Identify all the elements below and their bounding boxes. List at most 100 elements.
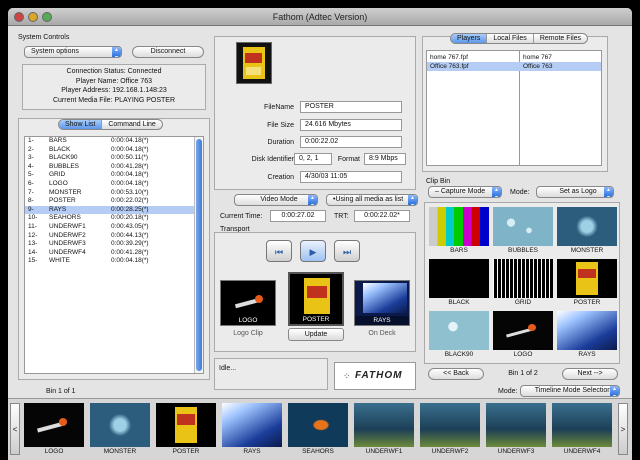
tab-show-list[interactable]: Show List xyxy=(59,120,103,129)
clip-tile[interactable]: BUBBLES xyxy=(493,207,553,256)
show-list-row[interactable]: 3- BLACK90 0:00:50.11(*) xyxy=(25,154,203,163)
clip-bin-next-button[interactable]: Next --> xyxy=(562,368,618,380)
minimize-window-button[interactable] xyxy=(28,12,38,22)
disconnect-button[interactable]: Disconnect xyxy=(132,46,204,58)
timeline-clip[interactable]: RAYS xyxy=(222,403,282,457)
show-list-row[interactable]: 15- WHITE 0:00:04.18(*) xyxy=(25,257,203,266)
show-list-row[interactable]: 10- SEAHORS 0:00:20.18(*) xyxy=(25,214,203,223)
timeline-mode-popup[interactable]: Timeline Mode Selection ▲ ▼ xyxy=(520,385,620,397)
tab-local-files[interactable]: Local Files xyxy=(487,34,534,43)
timeline-clip[interactable]: POSTER xyxy=(156,403,216,457)
row-duration: 0:00:22.02(*) xyxy=(111,197,149,205)
filesize-field[interactable]: 24.616 Mbytes xyxy=(300,119,402,131)
status-line: Player Address: 192.168.1.148:23 xyxy=(61,87,167,94)
timeline-clip[interactable]: SEAHORS xyxy=(288,403,348,457)
video-mode-popup[interactable]: Video Mode ▲ ▼ xyxy=(234,194,318,206)
tab-command-line[interactable]: Command Line xyxy=(102,120,161,129)
creation-field[interactable]: 4/30/03 11:05 xyxy=(300,171,402,183)
show-list[interactable]: 1- BARS 0:00:04.18(*) 2- BLACK 0:00:04.18(*) 3… xyxy=(24,136,204,374)
format-field[interactable]: 8:9 Mbps xyxy=(364,153,406,165)
row-duration: 0:00:20.18(*) xyxy=(111,214,149,222)
row-duration: 0:00:41.28(*) xyxy=(111,248,149,256)
clip-bin-page-label: Bin 1 of 2 xyxy=(508,370,538,377)
disk-identifier-field[interactable]: 0, 2, 1 xyxy=(294,153,332,165)
show-list-row[interactable]: 9- RAYS 0:00:28.25(*) xyxy=(25,205,203,215)
zoom-window-button[interactable] xyxy=(42,12,52,22)
show-list-row[interactable]: 13- UNDERWF3 0:00:39.29(*) xyxy=(25,240,203,249)
row-number: 13- xyxy=(28,240,38,248)
clip-tile[interactable]: BARS xyxy=(429,207,489,256)
trt-field[interactable]: 0:00:22.02* xyxy=(354,210,410,222)
skip-back-button[interactable]: ⏮ xyxy=(266,240,292,262)
clip-bin-mode-label: Mode: xyxy=(510,189,530,196)
player-row[interactable]: home 767.fpf home 767 xyxy=(427,53,601,62)
timeline-mode-value: Timeline Mode Selection xyxy=(534,387,612,394)
filename-field[interactable]: POSTER xyxy=(300,101,402,113)
show-list-row[interactable]: 7- MONSTER 0:00:53.10(*) xyxy=(25,189,203,198)
tab-players[interactable]: Players xyxy=(451,34,488,43)
clip-tile[interactable]: GRID xyxy=(493,259,553,308)
current-clip-thumb[interactable]: POSTER xyxy=(288,272,344,326)
timeline-clip[interactable]: UNDERWF4 xyxy=(552,403,612,457)
row-number: 7- xyxy=(28,188,34,196)
clip-tile[interactable]: BLACK90 xyxy=(429,311,489,360)
on-deck-label: On Deck xyxy=(368,330,396,337)
play-button[interactable]: ▶ xyxy=(300,240,326,262)
row-name: UNDERWF1 xyxy=(49,222,86,230)
clip-tile[interactable]: RAYS xyxy=(557,311,617,360)
on-deck-thumb[interactable]: RAYS xyxy=(354,280,410,326)
media-list-popup[interactable]: •Using all media as list ▲ ▼ xyxy=(326,194,418,206)
clip-tile[interactable]: POSTER xyxy=(557,259,617,308)
duration-field[interactable]: 0:00:22.02 xyxy=(300,136,402,148)
timeline-left-arrow[interactable]: < xyxy=(10,403,20,455)
show-list-row[interactable]: 1- BARS 0:00:04.18(*) xyxy=(25,137,203,146)
timeline-clip[interactable]: UNDERWF1 xyxy=(354,403,414,457)
show-list-row[interactable]: 4- BUBBLES 0:00:41.28(*) xyxy=(25,163,203,172)
clip-thumbnail xyxy=(493,311,553,350)
skip-forward-button[interactable]: ⏭ xyxy=(334,240,360,262)
row-name: RAYS xyxy=(49,205,67,213)
show-list-row[interactable]: 5- GRID 0:00:04.18(*) xyxy=(25,171,203,180)
row-number: 2- xyxy=(28,145,34,153)
show-list-row[interactable]: 2- BLACK 0:00:04.18(*) xyxy=(25,146,203,155)
player-file: Office 763.fpf xyxy=(430,63,469,70)
show-list-row[interactable]: 14- UNDERWF4 0:00:41.28(*) xyxy=(25,249,203,258)
show-list-row[interactable]: 11- UNDERWF1 0:00:43.05(*) xyxy=(25,223,203,232)
timeline-right-arrow[interactable]: > xyxy=(618,403,628,455)
timeline-clip-caption: POSTER xyxy=(172,448,200,455)
timeline-clip[interactable]: UNDERWF3 xyxy=(486,403,546,457)
timeline-clip[interactable]: MONSTER xyxy=(90,403,150,457)
show-list-scrollbar[interactable] xyxy=(194,137,203,373)
creation-label: Creation xyxy=(267,174,294,181)
row-number: 10- xyxy=(28,214,38,222)
timeline-clip[interactable]: UNDERWF2 xyxy=(420,403,480,457)
system-options-popup[interactable]: System options ▲ ▼ xyxy=(24,46,122,58)
clip-thumbnail xyxy=(429,259,489,298)
show-list-row[interactable]: 6- LOGO 0:00:04.18(*) xyxy=(25,180,203,189)
capture-mode-popup[interactable]: – Capture Mode ▲ ▼ xyxy=(428,186,502,198)
clip-caption: BUBBLES xyxy=(508,247,538,254)
clip-thumbnail xyxy=(429,311,489,350)
clip-bin-grid: BARS BUBBLES MONSTER BLACK GRID POSTER BLACK90… xyxy=(424,202,620,364)
close-window-button[interactable] xyxy=(14,12,24,22)
update-button[interactable]: Update xyxy=(288,328,344,341)
logo-clip-thumb[interactable]: LOGO xyxy=(220,280,276,326)
show-list-row[interactable]: 8- POSTER 0:00:22.02(*) xyxy=(25,197,203,206)
timeline-clip[interactable]: LOGO xyxy=(24,403,84,457)
show-list-scroll-knob[interactable] xyxy=(196,139,202,371)
clip-caption: GRID xyxy=(514,299,532,306)
clip-tile[interactable]: BLACK xyxy=(429,259,489,308)
show-list-row[interactable]: 12- UNDERWF2 0:00:44.13(*) xyxy=(25,232,203,241)
show-list-tabs: Show List Command Line xyxy=(58,119,163,130)
clip-bin-mode-popup[interactable]: Set as Logo ▲ ▼ xyxy=(536,186,614,198)
player-row[interactable]: Office 763.fpf Office 763 xyxy=(427,62,601,71)
players-list[interactable]: home 767.fpf home 767 Office 763.fpf Office… xyxy=(426,50,602,166)
clip-tile[interactable]: LOGO xyxy=(493,311,553,360)
clip-bin-back-button[interactable]: << Back xyxy=(428,368,484,380)
current-time-field[interactable]: 0:00:27.02 xyxy=(270,210,326,222)
row-number: 15- xyxy=(28,257,38,265)
clip-tile[interactable]: MONSTER xyxy=(557,207,617,256)
row-number: 5- xyxy=(28,171,34,179)
timeline-clip-thumbnail xyxy=(288,403,348,447)
tab-remote-files[interactable]: Remote Files xyxy=(534,34,587,43)
